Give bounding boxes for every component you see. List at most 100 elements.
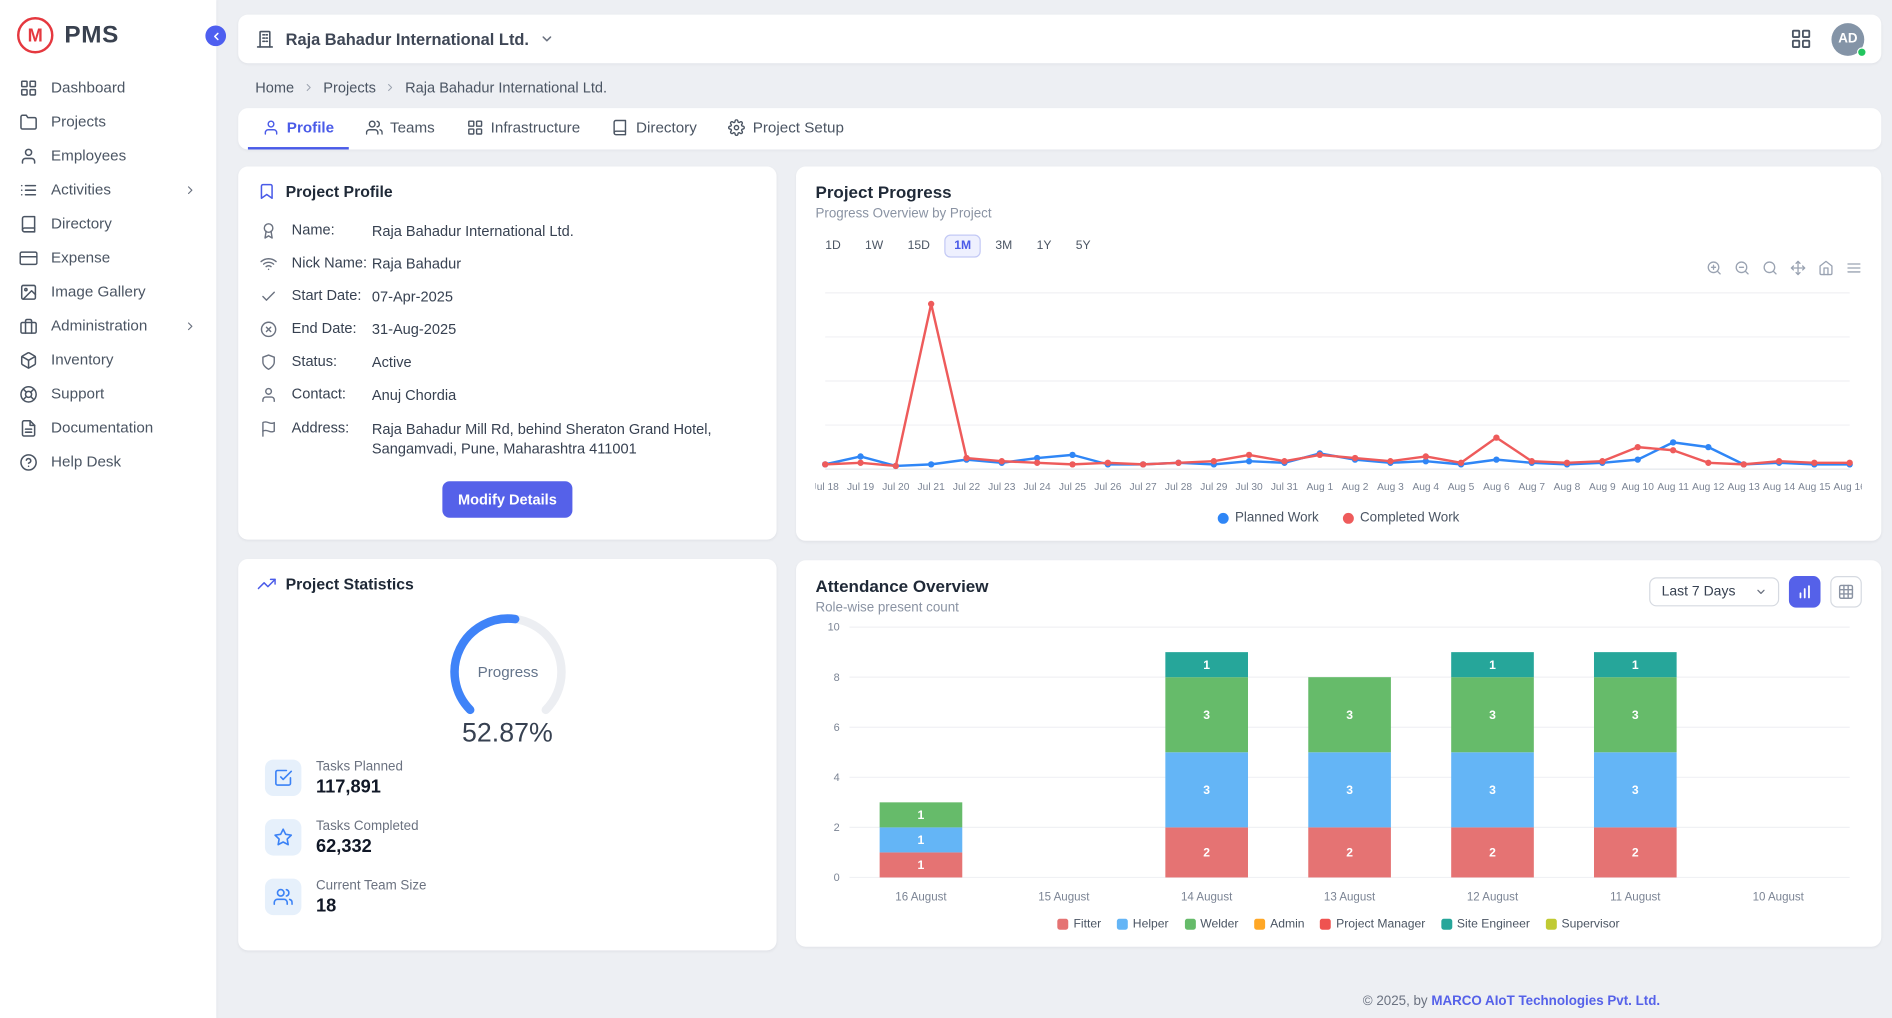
profile-field-end-date-: End Date:31-Aug-2025: [258, 313, 757, 346]
legend-item-fitter[interactable]: Fitter: [1058, 918, 1101, 931]
svg-text:Jul 22: Jul 22: [953, 482, 981, 493]
range-1d-button[interactable]: 1D: [815, 235, 850, 258]
card-title-text: Project Statistics: [286, 574, 414, 592]
sidebar-item-label: Employees: [51, 147, 126, 164]
field-value: Anuj Chordia: [372, 386, 456, 406]
tab-infrastructure[interactable]: Infrastructure: [452, 108, 595, 149]
svg-text:1: 1: [1632, 658, 1639, 672]
legend-item-project-manager[interactable]: Project Manager: [1320, 918, 1425, 931]
table-view-button[interactable]: [1830, 576, 1862, 608]
sidebar-collapse-button[interactable]: [205, 26, 226, 47]
user-avatar[interactable]: AD: [1831, 22, 1864, 55]
svg-text:3: 3: [1346, 708, 1353, 722]
legend-item-planned-work[interactable]: Planned Work: [1218, 510, 1319, 525]
sidebar-item-directory[interactable]: Directory: [0, 207, 216, 241]
sidebar-item-label: Expense: [51, 249, 110, 266]
sidebar-item-help-desk[interactable]: Help Desk: [0, 445, 216, 479]
company-selector[interactable]: Raja Bahadur International Ltd.: [255, 29, 554, 48]
attendance-header: Attendance Overview Role-wise present co…: [815, 576, 1861, 615]
range-1m-button[interactable]: 1M: [944, 235, 980, 258]
svg-text:Aug 1: Aug 1: [1307, 482, 1334, 493]
project-progress-chart[interactable]: Jul 18Jul 19Jul 20Jul 21Jul 22Jul 23Jul …: [815, 276, 1861, 498]
search-icon[interactable]: [1762, 260, 1778, 276]
tab-directory[interactable]: Directory: [597, 108, 711, 149]
stat-label: Tasks Completed: [316, 819, 419, 834]
sidebar-item-employees[interactable]: Employees: [0, 139, 216, 173]
chevron-down-icon: [1755, 586, 1767, 598]
range-1w-button[interactable]: 1W: [855, 235, 893, 258]
flag-icon: [260, 420, 277, 437]
sidebar-item-image-gallery[interactable]: Image Gallery: [0, 275, 216, 309]
range-1y-button[interactable]: 1Y: [1027, 235, 1061, 258]
tab-teams[interactable]: Teams: [351, 108, 449, 149]
field-value: 31-Aug-2025: [372, 320, 456, 340]
sidebar-item-activities[interactable]: Activities: [0, 173, 216, 207]
sidebar-item-expense[interactable]: Expense: [0, 241, 216, 275]
footer-copyright: © 2025, by MARCO AIoT Technologies Pvt. …: [796, 982, 1881, 1018]
attendance-chart[interactable]: 024681011116 August15 August233114 Augus…: [815, 615, 1861, 909]
apps-grid-icon[interactable]: [1790, 28, 1812, 50]
range-3m-button[interactable]: 3M: [986, 235, 1022, 258]
bar-chart-container: 024681011116 August15 August233114 Augus…: [815, 615, 1861, 915]
svg-text:Aug 5: Aug 5: [1448, 482, 1475, 493]
menu-icon[interactable]: [1846, 260, 1862, 276]
range-5y-button[interactable]: 5Y: [1066, 235, 1100, 258]
award-icon: [260, 222, 277, 239]
field-value: Active: [372, 353, 412, 373]
home-icon[interactable]: [1818, 260, 1834, 276]
stat-icon-wrap: [265, 879, 301, 915]
stat-items: Tasks Planned117,891Tasks Completed62,33…: [258, 748, 757, 927]
field-label: Status:: [292, 353, 372, 370]
svg-text:Jul 30: Jul 30: [1235, 482, 1263, 493]
zoom-in-icon[interactable]: [1706, 260, 1722, 276]
svg-text:13 August: 13 August: [1324, 892, 1376, 904]
project-statistics-title: Project Statistics: [258, 574, 757, 592]
svg-text:Aug 7: Aug 7: [1518, 482, 1545, 493]
tab-profile[interactable]: Profile: [248, 108, 349, 149]
svg-text:Aug 9: Aug 9: [1589, 482, 1616, 493]
building-icon: [255, 29, 274, 48]
svg-text:3: 3: [1203, 783, 1210, 797]
sidebar-item-support[interactable]: Support: [0, 377, 216, 411]
sidebar-item-projects[interactable]: Projects: [0, 105, 216, 139]
progress-gauge: Progress 52.87%: [258, 606, 757, 748]
sidebar-item-documentation[interactable]: Documentation: [0, 411, 216, 445]
legend-item-admin[interactable]: Admin: [1254, 918, 1304, 931]
chart-view-button[interactable]: [1789, 576, 1821, 608]
legend-item-welder[interactable]: Welder: [1184, 918, 1238, 931]
svg-text:1: 1: [918, 858, 925, 872]
date-range-select[interactable]: Last 7 Days: [1649, 577, 1779, 606]
svg-text:1: 1: [1489, 658, 1496, 672]
legend-item-helper[interactable]: Helper: [1117, 918, 1169, 931]
sidebar-item-inventory[interactable]: Inventory: [0, 343, 216, 377]
svg-text:1: 1: [918, 833, 925, 847]
modify-details-button[interactable]: Modify Details: [442, 481, 572, 517]
zoom-out-icon[interactable]: [1734, 260, 1750, 276]
chevron-down-icon: [540, 32, 555, 47]
profile-fields: Name:Raja Bahadur International Ltd.Nick…: [258, 214, 757, 465]
svg-text:Jul 20: Jul 20: [882, 482, 910, 493]
sidebar-item-dashboard[interactable]: Dashboard: [0, 70, 216, 104]
footer-company-link[interactable]: MARCO AIoT Technologies Pvt. Ltd.: [1431, 994, 1660, 1009]
legend-item-site-engineer[interactable]: Site Engineer: [1441, 918, 1530, 931]
legend-item-completed-work[interactable]: Completed Work: [1343, 510, 1459, 525]
field-label: End Date:: [292, 320, 372, 337]
sidebar-item-administration[interactable]: Administration: [0, 309, 216, 343]
attendance-title: Attendance Overview: [815, 576, 988, 595]
tab-project-setup[interactable]: Project Setup: [714, 108, 859, 149]
svg-text:Aug 6: Aug 6: [1483, 482, 1510, 493]
button-row: Modify Details: [258, 481, 757, 517]
svg-text:Aug 8: Aug 8: [1554, 482, 1581, 493]
legend-item-supervisor[interactable]: Supervisor: [1546, 918, 1620, 931]
breadcrumb-item-projects[interactable]: Projects: [323, 79, 376, 96]
tab-bar: ProfileTeamsInfrastructureDirectoryProje…: [238, 108, 1881, 149]
svg-text:Jul 19: Jul 19: [847, 482, 875, 493]
move-icon[interactable]: [1790, 260, 1806, 276]
project-profile-title: Project Profile: [258, 182, 757, 200]
breadcrumb-item-home[interactable]: Home: [255, 79, 294, 96]
grid-icon: [19, 78, 37, 96]
range-15d-button[interactable]: 15D: [898, 235, 940, 258]
folder-icon: [19, 112, 37, 130]
star-icon: [273, 828, 292, 847]
header-right: AD: [1790, 22, 1864, 55]
